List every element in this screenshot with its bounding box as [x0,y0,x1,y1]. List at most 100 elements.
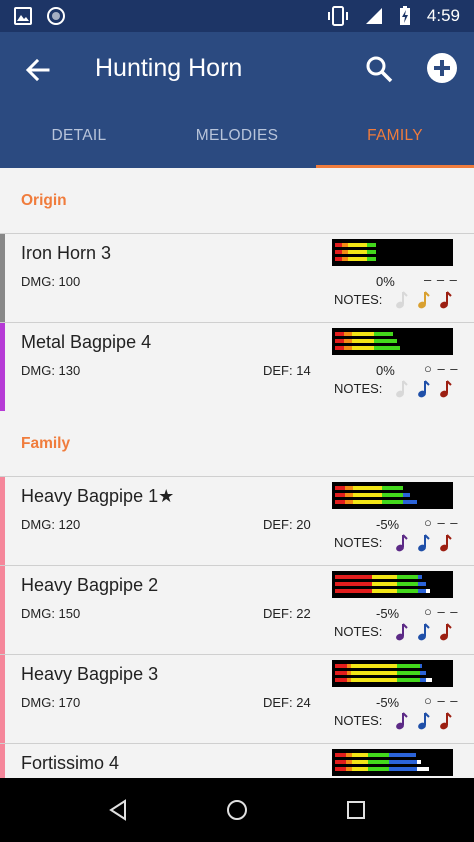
sharpness-segment [397,589,418,593]
weapon-row[interactable]: Heavy Bagpipe 3 DMG: 170 DEF: 24 -5% ○ –… [0,654,474,743]
sharpness-segment [335,486,345,490]
sharpness-row [335,243,376,247]
tab-family[interactable]: FAMILY [316,104,474,168]
sharpness-segment [382,493,403,497]
sharpness-segment [417,767,429,771]
sharpness-segment [418,589,426,593]
nav-home-icon[interactable] [225,798,249,822]
sharpness-row [335,339,397,343]
sharpness-segment [348,250,367,254]
weapon-row[interactable]: Heavy Bagpipe 1★ DMG: 120 DEF: 20 -5% ○ … [0,476,474,565]
weapon-defense: DEF: 22 [263,606,311,621]
weapon-row[interactable]: Metal Bagpipe 4 DMG: 130 DEF: 14 0% ○ – … [0,322,474,411]
purple-note-icon [396,623,408,641]
notes-label: NOTES: [334,624,383,639]
tab-melodies[interactable]: MELODIES [158,104,316,168]
sharpness-segment [348,257,367,261]
sharpness-segment [426,589,430,593]
weapon-row[interactable]: Heavy Bagpipe 2 DMG: 150 DEF: 22 -5% ○ –… [0,565,474,654]
section-title: Origin [21,192,67,209]
section-header: Family [0,411,474,476]
sharpness-row [335,250,376,254]
sharpness-segment [344,346,352,350]
weapon-name: Metal Bagpipe 4 [21,332,152,352]
weapon-slots: ○ – – [424,515,459,530]
sharpness-segment [426,678,432,682]
weapon-row[interactable]: Fortissimo 4 [0,743,474,778]
status-bar: 4:59 [0,0,474,32]
sharpness-segment [397,678,420,682]
weapon-damage: DMG: 150 [21,606,81,621]
sharpness-segment [397,664,420,668]
sharpness-segment [348,243,367,247]
weapon-name: Heavy Bagpipe 3 [21,664,159,684]
weapon-slots: ○ – – [424,693,459,708]
sharpness-segment [420,664,422,668]
sharpness-segment [335,582,372,586]
sharpness-row [335,575,422,579]
white-note-icon [396,380,408,398]
weapon-name: Heavy Bagpipe 1★ [21,486,175,506]
weapon-damage: DMG: 130 [21,363,81,378]
back-arrow-icon[interactable] [22,54,54,86]
weapon-damage: DMG: 170 [21,695,81,710]
sharpness-segment [389,767,417,771]
sharpness-row [335,257,376,261]
yellow-note-icon [418,291,430,309]
weapon-row[interactable]: Iron Horn 3 DMG: 100 0% – – – NOTES: [0,233,474,322]
tab-detail[interactable]: DETAIL [0,104,158,168]
weapon-affinity: 0% [376,363,395,378]
sharpness-segment [335,678,347,682]
app-bar: Hunting Horn DETAIL MELODIES FAMILY [0,32,474,168]
blue-note-icon [418,380,430,398]
family-list[interactable]: Origin Iron Horn 3 DMG: 100 0% – – – NOT… [0,168,474,778]
battery-charging-icon [399,6,410,25]
red-note-icon [440,623,452,641]
sharpness-segment [335,500,345,504]
sharpness-segment [417,760,421,764]
rarity-stripe [0,323,5,411]
sharpness-segment [344,332,352,336]
sharpness-segment [335,575,372,579]
sharpness-segment [374,346,400,350]
sharpness-segment [353,493,382,497]
sharpness-segment [403,493,410,497]
search-icon[interactable] [364,54,394,84]
blue-note-icon [418,712,430,730]
sharpness-row [335,671,426,675]
sharpness-segment [335,664,347,668]
sharpness-segment [397,582,418,586]
weapon-slots: ○ – – [424,604,459,619]
sharpness-segment [345,500,353,504]
sharpness-segment [352,760,368,764]
add-circle-icon[interactable] [426,52,458,84]
sharpness-segment [335,257,342,261]
sharpness-segment [372,589,397,593]
notes-label: NOTES: [334,713,383,728]
sharpness-segment [420,671,426,675]
sharpness-segment [372,582,397,586]
sharpness-segment [374,332,393,336]
sharpness-segment [352,753,368,757]
sharpness-segment [367,243,376,247]
sharpness-segment [335,589,372,593]
sharpness-segment [351,664,397,668]
sharpness-segment [418,582,426,586]
sharpness-bar [332,749,453,776]
weapon-slots: ○ – – [424,361,459,376]
notes-icons [392,533,454,553]
gallery-icon [14,7,32,25]
page-title: Hunting Horn [95,54,243,82]
white-note-icon [396,291,408,309]
vibrate-icon [327,6,348,26]
sharpness-segment [335,346,344,350]
sharpness-segment [335,243,342,247]
sharpness-segment [397,575,418,579]
weapon-slots: – – – [424,272,458,287]
section-header: Origin [0,168,474,233]
sharpness-segment [418,575,422,579]
sharpness-segment [352,767,368,771]
nav-recents-icon[interactable] [344,798,368,822]
red-note-icon [440,712,452,730]
nav-back-icon[interactable] [106,798,130,822]
